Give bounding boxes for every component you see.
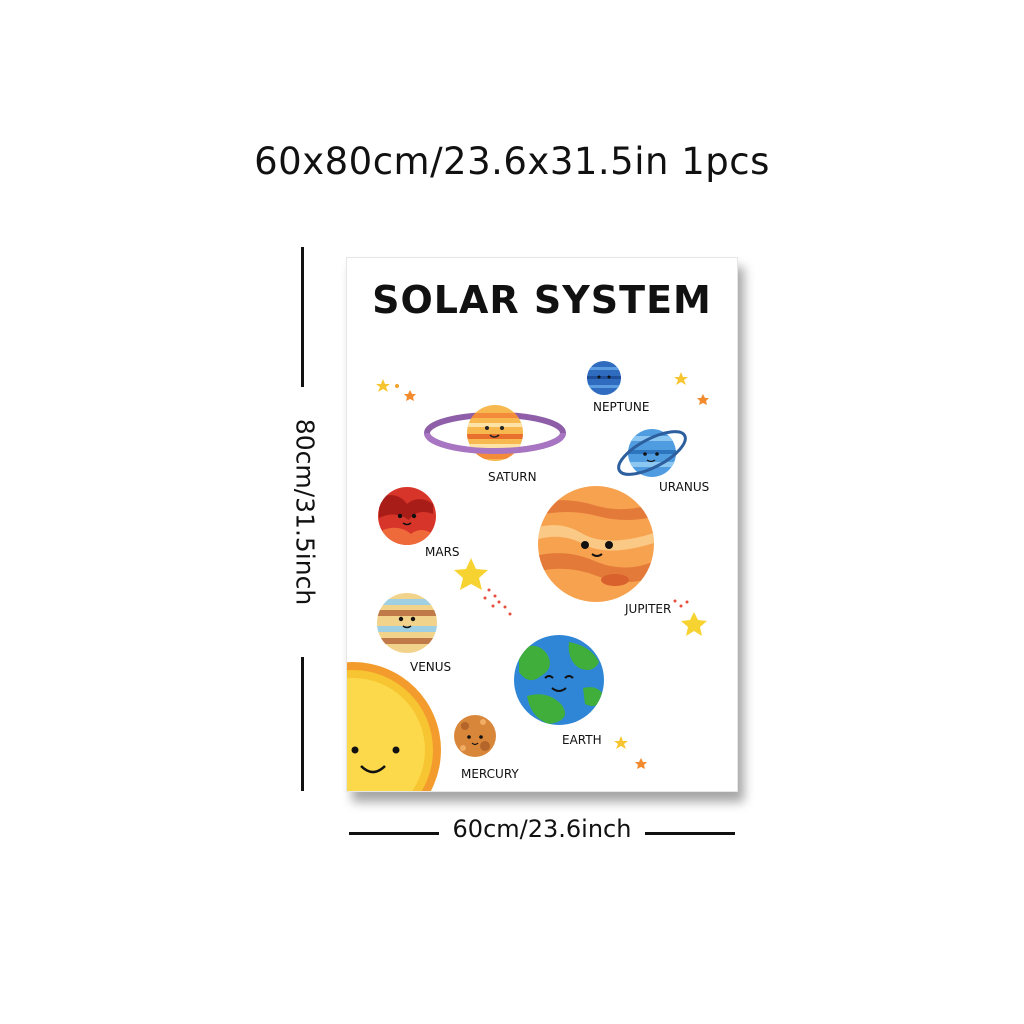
height-dimension-label: 80cm/31.5inch (290, 418, 320, 606)
mercury-planet (454, 715, 496, 757)
height-dimension-line-bottom (301, 657, 304, 791)
shooting-star-icon (673, 599, 707, 636)
earth-label: EARTH (562, 733, 602, 747)
star-icon (376, 379, 416, 401)
venus-planet (377, 593, 437, 653)
poster-illustration (347, 361, 709, 791)
shooting-star-icon (454, 558, 512, 616)
poster-size-heading: 60x80cm/23.6x31.5in 1pcs (254, 140, 770, 183)
jupiter-label: JUPITER (625, 602, 672, 616)
poster-title: SOLAR SYSTEM (372, 278, 712, 322)
star-icon (614, 736, 647, 769)
earth-planet (514, 635, 604, 725)
saturn-label: SATURN (488, 470, 537, 484)
uranus-label: URANUS (659, 480, 710, 494)
height-dimension-line-top (301, 247, 304, 387)
venus-label: VENUS (410, 660, 452, 674)
neptune-label: NEPTUNE (593, 400, 650, 414)
mercury-label: MERCURY (461, 767, 519, 781)
jupiter-planet (538, 486, 654, 602)
solar-system-poster: SOLAR SYSTEM NEPTUNE SATURN URANUS MARS … (346, 257, 738, 792)
mars-planet (378, 487, 436, 545)
uranus-planet (617, 429, 687, 477)
sun-character (347, 662, 441, 791)
saturn-planet (424, 405, 566, 461)
mars-label: MARS (425, 545, 460, 559)
star-icon (674, 372, 709, 405)
width-dimension-label: 60cm/23.6inch (452, 815, 632, 843)
neptune-planet (587, 361, 621, 395)
